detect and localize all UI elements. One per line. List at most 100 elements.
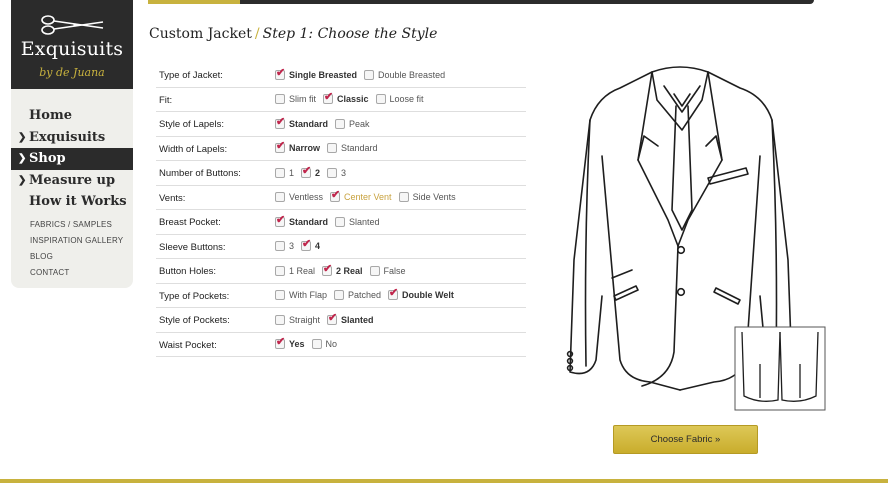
option-choice[interactable]: Patched xyxy=(334,290,381,300)
chevron-down-icon: ❯ xyxy=(18,153,27,164)
sub-nav-contact[interactable]: CONTACT xyxy=(30,265,123,281)
option-choice[interactable]: Standard xyxy=(327,143,378,153)
option-choice[interactable]: 3 xyxy=(275,241,294,251)
nav-item-shop[interactable]: ❯ Shop xyxy=(11,148,133,170)
option-choice[interactable]: ✔ Standard xyxy=(275,213,328,227)
choose-fabric-button[interactable]: Choose Fabric » xyxy=(613,425,758,454)
top-bar-accent xyxy=(148,0,240,4)
page-title: Custom Jacket / Step 1: Choose the Style xyxy=(149,26,437,42)
option-choice[interactable]: ✔ Standard xyxy=(275,116,328,129)
option-choice[interactable]: ✔ Double Welt xyxy=(388,288,454,300)
option-choices: 1 Real ✔ 2 Real False xyxy=(275,263,413,277)
choice-label: Yes xyxy=(289,339,305,349)
checkbox[interactable] xyxy=(364,69,375,80)
option-choice[interactable]: ✔ Single Breasted xyxy=(275,67,357,80)
option-row: Fit: Slim fit ✔ Classic Loose fit xyxy=(156,88,526,112)
checkbox[interactable] xyxy=(327,143,338,153)
checkbox[interactable]: ✔ xyxy=(275,336,286,349)
checkbox[interactable] xyxy=(335,216,346,227)
option-choice[interactable]: ✔ Narrow xyxy=(275,140,320,153)
checkbox[interactable] xyxy=(369,265,380,276)
checkbox[interactable] xyxy=(275,314,285,325)
nav-item-label: How it Works xyxy=(29,194,127,209)
checkbox[interactable] xyxy=(375,94,386,104)
nav-item-label: Exquisuits xyxy=(29,129,106,145)
bottom-bar xyxy=(0,479,888,483)
check-icon: ✔ xyxy=(276,336,286,348)
secondary-nav: FABRICS / SAMPLES INSPIRATION GALLERY BL… xyxy=(30,217,123,281)
chevron-down-icon: ❯ xyxy=(18,131,27,143)
check-icon: ✔ xyxy=(276,140,286,152)
checkbox[interactable] xyxy=(398,192,409,202)
choice-label: With Flap xyxy=(289,290,328,300)
nav-item-exquisuits[interactable]: ❯ Exquisuits xyxy=(11,127,133,149)
option-choices: 1 ✔ 2 3 xyxy=(275,165,353,179)
option-choice[interactable]: 1 Real xyxy=(275,265,315,276)
nav-item-measure-up[interactable]: ❯ Measure up xyxy=(11,170,133,192)
chevron-down-icon: ❯ xyxy=(18,174,27,186)
checkbox[interactable]: ✔ xyxy=(327,312,337,325)
option-choice[interactable]: Slanted xyxy=(335,216,380,227)
jacket-illustration xyxy=(566,66,826,411)
checkbox[interactable] xyxy=(275,265,285,276)
option-choice[interactable]: ✔ Center Vent xyxy=(330,189,392,202)
option-choice[interactable]: ✔ 2 xyxy=(301,165,320,178)
option-choice[interactable]: False xyxy=(369,265,406,276)
option-choices: ✔ Standard Peak xyxy=(275,116,377,130)
checkbox[interactable] xyxy=(275,241,285,251)
option-label: Type of Jacket: xyxy=(159,70,223,81)
checkbox[interactable] xyxy=(275,167,285,178)
option-choice[interactable]: Peak xyxy=(335,118,370,129)
option-choices: Straight ✔ Slanted xyxy=(275,312,381,326)
option-choice[interactable]: ✔ Slanted xyxy=(327,312,374,325)
option-choice[interactable]: With Flap xyxy=(275,290,327,300)
sub-nav-fabrics-samples[interactable]: FABRICS / SAMPLES xyxy=(30,217,123,233)
option-choice[interactable]: Side Vents xyxy=(398,192,456,202)
sub-nav-inspiration-gallery[interactable]: INSPIRATION GALLERY xyxy=(30,233,123,249)
option-choice[interactable]: Loose fit xyxy=(375,94,424,104)
checkbox[interactable] xyxy=(275,94,285,104)
option-choice[interactable]: Slim fit xyxy=(275,94,316,104)
option-choice[interactable]: Straight xyxy=(275,314,321,325)
nav-item-how-it-works[interactable]: How it Works xyxy=(11,191,133,213)
checkbox[interactable] xyxy=(335,118,346,129)
checkbox[interactable]: ✔ xyxy=(275,116,285,129)
checkbox[interactable] xyxy=(275,290,285,300)
option-row: Type of Pockets: With Flap Patched ✔ Double … xyxy=(156,284,526,308)
choice-label: Standard xyxy=(341,143,378,153)
choice-label: 3 xyxy=(341,167,347,178)
logo[interactable]: Exquisuits by de Juana xyxy=(11,0,133,89)
option-choice[interactable]: 1 xyxy=(275,167,294,178)
option-label: Style of Pockets: xyxy=(159,315,230,326)
checkbox[interactable]: ✔ xyxy=(330,189,341,202)
option-choice[interactable]: ✔ 4 xyxy=(301,238,320,251)
choice-label: Straight xyxy=(289,314,321,325)
option-choice[interactable]: Ventless xyxy=(275,192,323,202)
checkbox[interactable]: ✔ xyxy=(301,165,311,178)
option-choice[interactable]: Double Breasted xyxy=(364,69,445,80)
option-choice[interactable]: No xyxy=(311,339,337,349)
checkbox[interactable]: ✔ xyxy=(322,263,332,276)
checkbox[interactable]: ✔ xyxy=(388,288,398,300)
checkbox[interactable]: ✔ xyxy=(275,67,285,80)
checkbox[interactable]: ✔ xyxy=(301,238,312,251)
choice-label: Slim fit xyxy=(289,94,316,104)
option-choice[interactable]: ✔ Yes xyxy=(275,336,305,349)
checkbox[interactable]: ✔ xyxy=(323,92,333,104)
choice-label: Double Welt xyxy=(402,290,454,300)
option-choice[interactable]: 3 xyxy=(327,167,347,178)
check-icon: ✔ xyxy=(276,213,286,226)
checkbox[interactable] xyxy=(275,192,285,202)
option-choice[interactable]: ✔ 2 Real xyxy=(322,263,363,276)
checkbox[interactable]: ✔ xyxy=(275,213,286,227)
checkbox[interactable] xyxy=(334,290,345,300)
checkbox[interactable] xyxy=(327,167,338,178)
option-choices: ✔ Single Breasted Double Breasted xyxy=(275,67,452,81)
check-icon: ✔ xyxy=(302,238,312,250)
nav-item-home[interactable]: Home xyxy=(11,105,133,127)
check-icon: ✔ xyxy=(331,189,341,201)
option-choice[interactable]: ✔ Classic xyxy=(323,92,369,104)
sub-nav-blog[interactable]: BLOG xyxy=(30,249,123,265)
checkbox[interactable]: ✔ xyxy=(275,140,286,153)
checkbox[interactable] xyxy=(311,339,322,349)
